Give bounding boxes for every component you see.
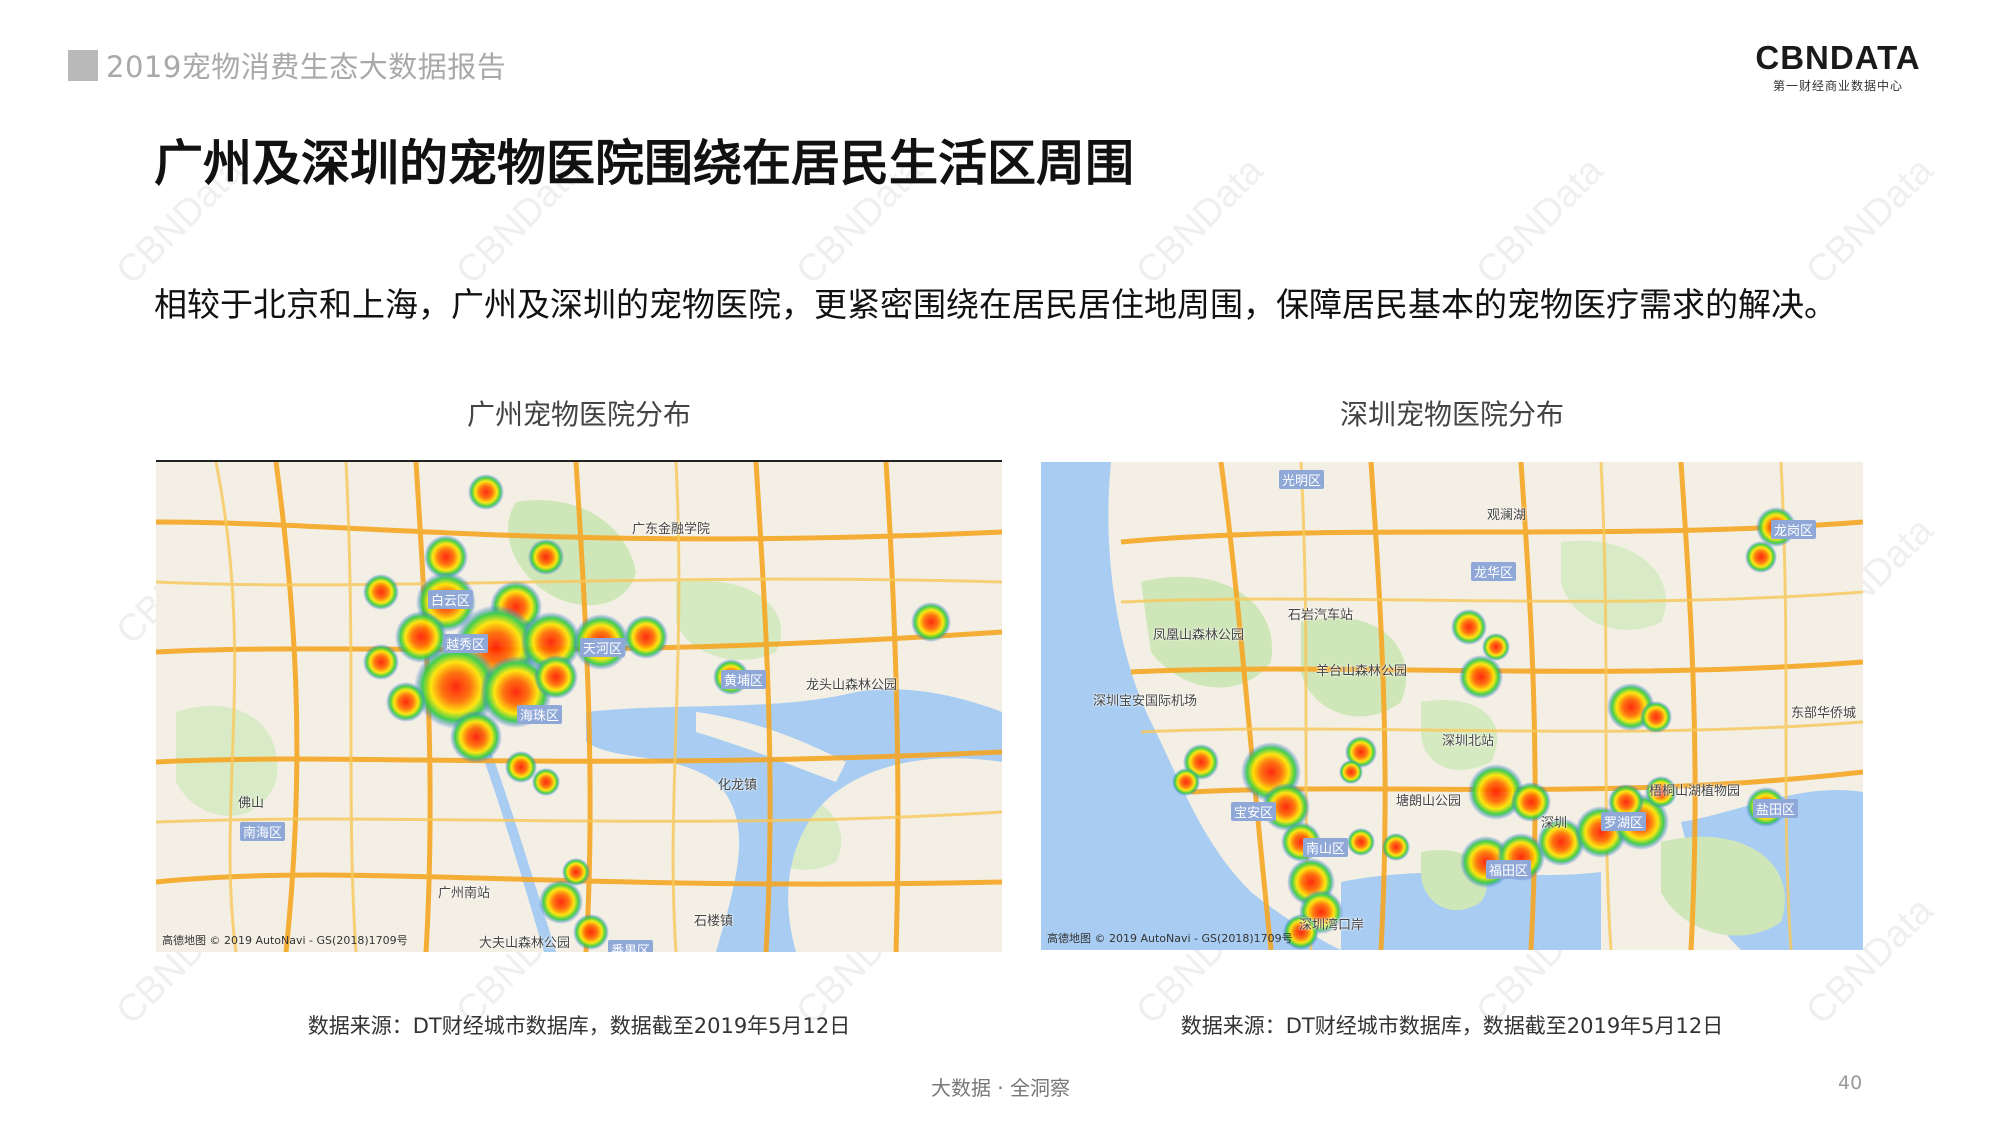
shenzhen-heatmap: 光明区 观澜湖 龙岗区 龙华区 石岩汽车站 凤凰山森林公园 羊台山森林公园 深圳… (1041, 462, 1863, 950)
map-place-label: 深圳北站 (1442, 734, 1495, 749)
map-place-label: 龙华区 (1471, 562, 1517, 581)
logo-wordmark: CBNDATA (1755, 39, 1921, 76)
map-place-label: 龙岗区 (1771, 520, 1817, 539)
watermark: CBNData (1798, 149, 1942, 293)
report-title: 2019宠物消费生态大数据报告 (106, 50, 507, 84)
map-place-label: 宝安区 (1231, 802, 1277, 821)
map-place-label: 佛山 (238, 796, 265, 811)
map-place-label: 化龙镇 (718, 778, 758, 793)
map-place-label: 天河区 (580, 638, 626, 657)
map-copyright: 高德地图 © 2019 AutoNavi - GS(2018)1709号 (1047, 932, 1293, 945)
map-place-label: 石楼镇 (694, 914, 734, 929)
shenzhen-map-title: 深圳宠物医院分布 (1339, 398, 1564, 431)
map-place-label: 光明区 (1279, 470, 1325, 489)
watermark: CBNData (1128, 149, 1272, 293)
page-number: 40 (1838, 1072, 1863, 1094)
map-place-label: 深圳湾口岸 (1299, 918, 1365, 933)
map-place-label: 海珠区 (517, 705, 563, 724)
map-place-label: 广州南站 (438, 886, 491, 901)
shenzhen-data-source: 数据来源：DT财经城市数据库，数据截至2019年5月12日 (1180, 1014, 1724, 1038)
map-place-label: 盐田区 (1753, 799, 1799, 818)
guangzhou-map-graphic (156, 462, 1002, 952)
map-place-label: 羊台山森林公园 (1316, 664, 1408, 679)
map-place-label: 龙头山森林公园 (806, 678, 898, 693)
map-place-label: 广东金融学院 (632, 522, 711, 537)
slide-title: 广州及深圳的宠物医院围绕在居民生活区周围 (154, 135, 1135, 192)
map-place-label: 深圳宝安国际机场 (1093, 694, 1198, 709)
map-place-label: 观澜湖 (1487, 508, 1527, 523)
logo-subtitle: 第一财经商业数据中心 (1772, 79, 1903, 93)
map-place-label: 福田区 (1486, 860, 1532, 879)
map-place-label: 罗湖区 (1601, 812, 1647, 831)
map-place-label: 东部华侨城 (1791, 706, 1857, 721)
map-place-label: 越秀区 (443, 634, 489, 653)
map-place-label: 白云区 (428, 590, 474, 609)
guangzhou-map-title: 广州宠物医院分布 (466, 398, 691, 431)
map-place-label: 番禺区 (608, 940, 654, 952)
map-place-label: 凤凰山森林公园 (1153, 628, 1245, 643)
report-marker (68, 50, 98, 81)
guangzhou-data-source: 数据来源：DT财经城市数据库，数据截至2019年5月12日 (307, 1014, 851, 1038)
map-place-label: 大夫山森林公园 (479, 936, 571, 951)
slide-description: 相较于北京和上海，广州及深圳的宠物医院，更紧密围绕在居民居住地周围，保障居民基本… (154, 285, 1837, 324)
map-place-label: 深圳 (1541, 816, 1568, 831)
map-place-label: 石岩汽车站 (1288, 608, 1354, 623)
map-place-label: 梧桐山湖植物园 (1649, 784, 1741, 799)
watermark: CBNData (1468, 149, 1612, 293)
map-place-label: 南海区 (240, 822, 286, 841)
map-place-label: 黄埔区 (721, 670, 767, 689)
map-place-label: 塘朗山公园 (1396, 794, 1462, 809)
footer-tagline: 大数据 · 全洞察 (930, 1076, 1071, 1100)
guangzhou-heatmap: 白云区 越秀区 天河区 海珠区 黄埔区 佛山 广州南站 番禺区 龙头山森林公园 … (156, 460, 1002, 952)
map-copyright: 高德地图 © 2019 AutoNavi - GS(2018)1709号 (162, 934, 408, 947)
cbndata-logo: CBNDATA 第一财经商业数据中心 (1752, 38, 1924, 94)
map-place-label: 南山区 (1303, 838, 1349, 857)
